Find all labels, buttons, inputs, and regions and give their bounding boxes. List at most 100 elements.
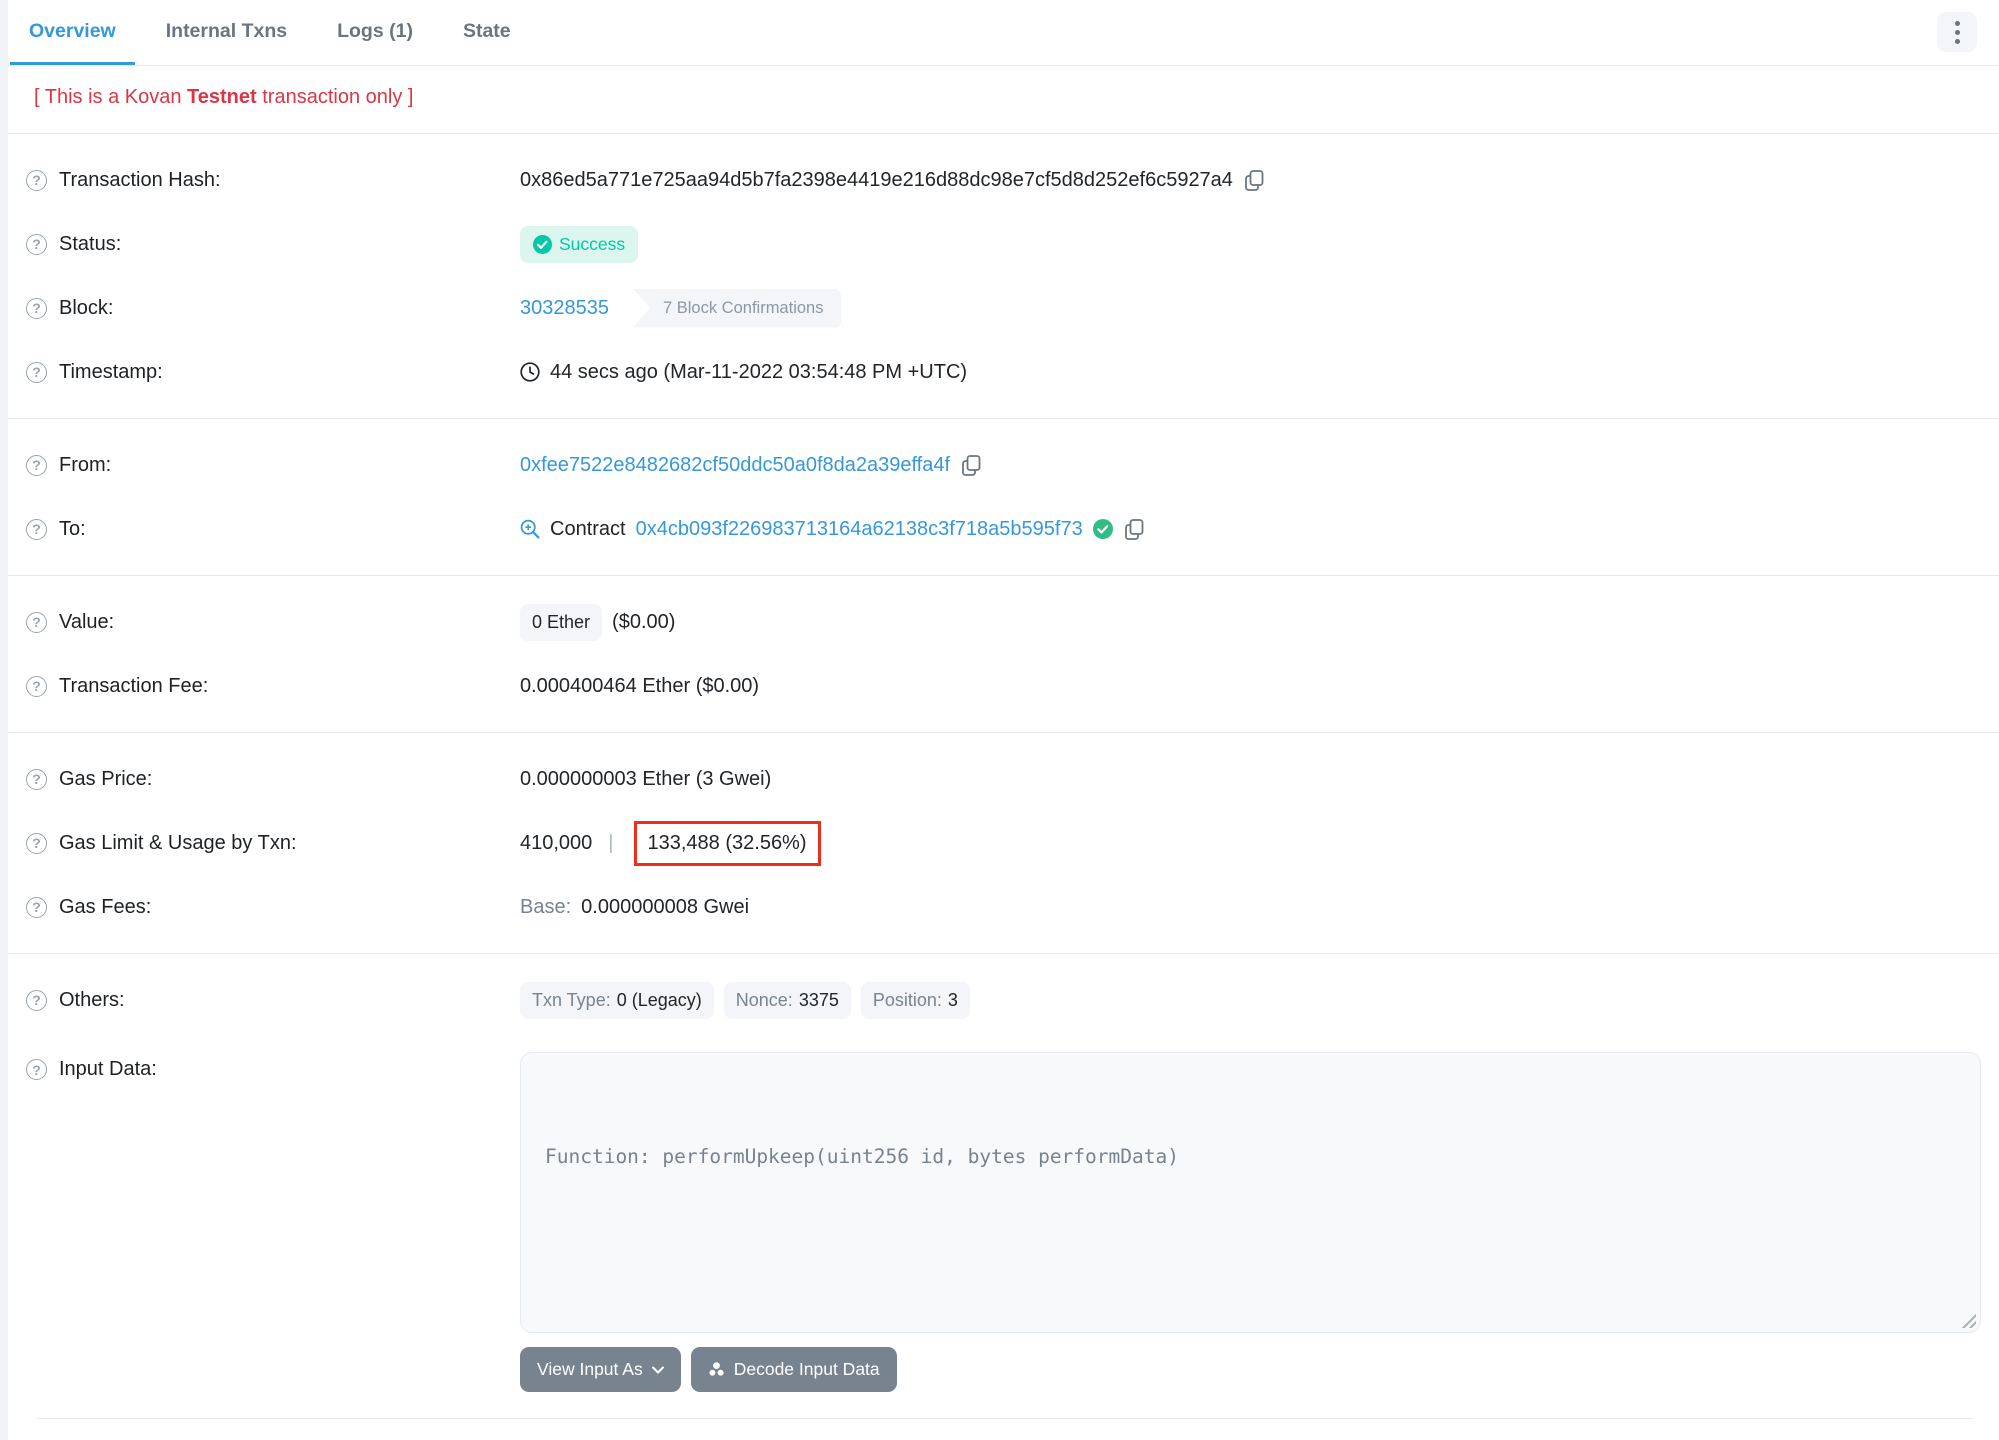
label-cell: ? Gas Fees: (26, 896, 520, 919)
testnet-notice: [ This is a Kovan Testnet transaction on… (8, 66, 1999, 134)
row-input-data: ? Input Data: Function: performUpkeep(ui… (26, 1040, 1983, 1404)
row-block: ? Block: 30328535 7 Block Confirmations (26, 276, 1983, 340)
txn-type-label: Txn Type: (532, 989, 611, 1010)
help-icon[interactable]: ? (26, 454, 47, 476)
help-icon[interactable]: ? (26, 361, 47, 383)
nonce-badge: Nonce: 3375 (723, 981, 851, 1019)
gas-fees-label: Gas Fees: (59, 895, 152, 918)
copy-icon (962, 454, 981, 476)
notice-suffix: transaction only ] (256, 86, 414, 108)
transaction-hash-value: 0x86ed5a771e725aa94d5b7fa2398e4419e216d8… (520, 168, 1233, 191)
gas-usage-highlight-box: 133,488 (32.56%) (633, 820, 821, 866)
help-icon[interactable]: ? (26, 832, 47, 854)
value-cell: Base: 0.000000008 Gwei (520, 896, 1983, 919)
chevron-down-icon (651, 1366, 664, 1373)
row-others: ? Others: Txn Type: 0 (Legacy) Nonce: 33… (26, 968, 1983, 1032)
verified-check-icon (1092, 519, 1113, 539)
help-icon[interactable]: ? (26, 1059, 47, 1080)
value-cell: 0.000000003 Ether (3 Gwei) (520, 768, 1983, 791)
row-status: ? Status: Success (26, 212, 1983, 276)
to-address-link[interactable]: 0x4cb093f226983713164a62138c3f718a5b595f… (636, 518, 1083, 541)
row-gas-limit-usage: ? Gas Limit & Usage by Txn: 410,000 | 13… (26, 811, 1983, 875)
block-label: Block: (59, 296, 114, 319)
from-address-link[interactable]: 0xfee7522e8482682cf50ddc50a0f8da2a39effa… (520, 454, 950, 477)
clock-icon (520, 362, 540, 382)
txn-type-value: 0 (Legacy) (616, 989, 702, 1010)
value-cell: 0x86ed5a771e725aa94d5b7fa2398e4419e216d8… (520, 169, 1983, 192)
gas-usage-value: 133,488 (32.56%) (647, 831, 807, 854)
value-cell: 410,000 | 133,488 (32.56%) (520, 820, 1983, 866)
view-input-as-button[interactable]: View Input As (520, 1347, 681, 1392)
transaction-hash-label: Transaction Hash: (59, 168, 221, 191)
tab-overview[interactable]: Overview (10, 0, 135, 65)
section-others-input: ? Others: Txn Type: 0 (Legacy) Nonce: 33… (8, 954, 1999, 1433)
status-badge: Success (520, 225, 639, 263)
value-cell: Success (520, 225, 1983, 263)
help-icon[interactable]: ? (26, 297, 47, 319)
value-label: Value: (59, 610, 115, 633)
section-value-fee: ? Value: 0 Ether ($0.00) ? Transaction F… (8, 576, 1999, 733)
row-from: ? From: 0xfee7522e8482682cf50ddc50a0f8da… (26, 433, 1983, 497)
row-transaction-fee: ? Transaction Fee: 0.000400464 Ether ($0… (26, 654, 1983, 718)
usd-value: ($0.00) (612, 610, 676, 633)
timestamp-label: Timestamp: (59, 360, 163, 383)
help-icon[interactable]: ? (26, 611, 47, 633)
to-contract-type: Contract (550, 517, 626, 540)
gas-price-value: 0.000000003 Ether (3 Gwei) (520, 767, 772, 790)
label-cell: ? Status: (26, 233, 520, 256)
row-value: ? Value: 0 Ether ($0.00) (26, 590, 1983, 654)
decode-input-data-label: Decode Input Data (733, 1359, 880, 1379)
tab-internal-txns[interactable]: Internal Txns (147, 0, 306, 65)
label-cell: ? To: (26, 518, 520, 541)
help-icon[interactable]: ? (26, 675, 47, 697)
gas-limit-value: 410,000 (520, 831, 593, 854)
to-label: To: (59, 517, 86, 540)
notice-prefix: [ This is a Kovan (34, 86, 188, 108)
label-cell: ? Gas Limit & Usage by Txn: (26, 832, 520, 855)
tab-state[interactable]: State (444, 0, 530, 65)
row-gas-fees: ? Gas Fees: Base: 0.000000008 Gwei (26, 875, 1983, 939)
help-icon[interactable]: ? (26, 169, 47, 191)
value-cell: 0 Ether ($0.00) (520, 603, 1983, 641)
notice-bold: Testnet (187, 86, 257, 108)
block-number-link[interactable]: 30328535 (520, 297, 609, 320)
from-label: From: (59, 453, 112, 476)
input-data-textarea[interactable]: Function: performUpkeep(uint256 id, byte… (520, 1052, 1981, 1333)
ether-amount: 0 Ether (532, 611, 591, 632)
gas-price-label: Gas Price: (59, 767, 153, 790)
tab-logs[interactable]: Logs (1) (318, 0, 432, 65)
view-input-as-label: View Input As (537, 1359, 643, 1379)
copy-hash-button[interactable] (1243, 169, 1266, 191)
value-cell: Txn Type: 0 (Legacy) Nonce: 3375 Positio… (520, 981, 1983, 1019)
copy-to-address-button[interactable] (1123, 518, 1146, 540)
label-cell: ? From: (26, 454, 520, 477)
row-to: ? To: Contract 0x4cb093f226983713164a621… (26, 497, 1983, 561)
copy-icon (1124, 518, 1144, 540)
kebab-menu-button[interactable] (1937, 12, 1977, 52)
check-circle-icon (533, 234, 552, 254)
kebab-dot (1954, 38, 1960, 44)
help-icon[interactable]: ? (26, 989, 47, 1011)
copy-from-address-button[interactable] (960, 454, 983, 476)
others-label: Others: (59, 988, 125, 1011)
section-parties: ? From: 0xfee7522e8482682cf50ddc50a0f8da… (8, 419, 1999, 576)
label-cell: ? Block: (26, 297, 520, 320)
help-icon[interactable]: ? (26, 233, 47, 255)
value-cell: Contract 0x4cb093f226983713164a62138c3f7… (520, 518, 1983, 541)
txn-type-badge: Txn Type: 0 (Legacy) (520, 981, 714, 1019)
label-cell: ? Gas Price: (26, 768, 520, 791)
transaction-fee-value: 0.000400464 Ether ($0.00) (520, 674, 760, 697)
help-icon[interactable]: ? (26, 518, 47, 540)
decode-icon (708, 1362, 725, 1377)
transaction-fee-label: Transaction Fee: (59, 674, 209, 697)
help-icon[interactable]: ? (26, 896, 47, 918)
decode-input-data-button[interactable]: Decode Input Data (690, 1347, 897, 1392)
status-value: Success (559, 233, 626, 254)
copy-icon (1245, 169, 1264, 191)
value-cell: 0.000400464 Ether ($0.00) (520, 675, 1983, 698)
kebab-dot (1954, 29, 1960, 35)
textarea-resize-handle[interactable] (1961, 1313, 1976, 1328)
zoom-in-magnifier-icon[interactable] (520, 519, 540, 539)
help-icon[interactable]: ? (26, 768, 47, 790)
label-cell: ? Value: (26, 611, 520, 634)
